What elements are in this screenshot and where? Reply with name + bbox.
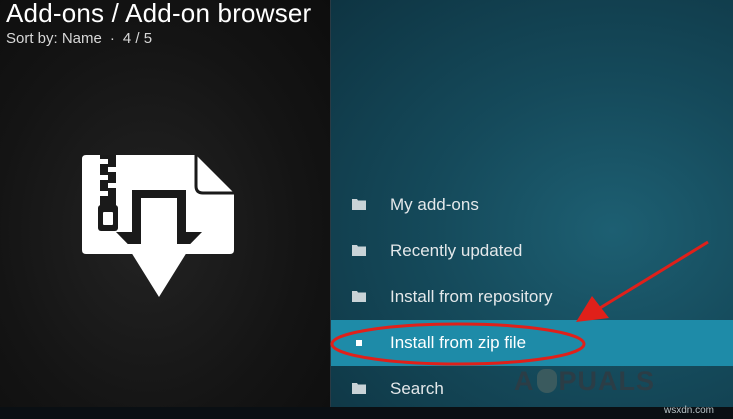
menu-item-label: Search	[390, 379, 444, 398]
menu-item-install-from-repository[interactable]: Install from repository	[331, 274, 733, 320]
item-position: 4 / 5	[122, 30, 153, 47]
appuals-watermark: A PUALS	[514, 366, 656, 396]
menu-item-label: My add-ons	[390, 195, 479, 214]
folder-icon	[352, 291, 366, 302]
menu-item-install-from-zip-file[interactable]: Install from zip file	[331, 320, 733, 366]
mascot-icon	[536, 369, 557, 393]
folder-icon	[352, 245, 366, 256]
folder-icon	[352, 199, 366, 210]
square-bullet-icon	[356, 340, 362, 346]
sort-info: Sort by: Name · 4 / 5	[6, 30, 152, 47]
page-title: Add-ons / Add-on browser	[6, 0, 312, 28]
menu-item-my-addons[interactable]: My add-ons	[331, 182, 733, 228]
site-tag: wsxdn.com	[664, 405, 715, 416]
menu-item-recently-updated[interactable]: Recently updated	[331, 228, 733, 274]
bottom-bar	[0, 407, 733, 419]
sort-label[interactable]: Sort by: Name	[6, 30, 102, 47]
zip-download-icon	[82, 155, 234, 297]
menu-item-label: Recently updated	[390, 241, 523, 260]
menu-item-label: Install from zip file	[390, 333, 527, 352]
folder-icon	[352, 383, 366, 394]
menu-item-label: Install from repository	[390, 287, 553, 306]
separator-dot: ·	[109, 30, 115, 47]
